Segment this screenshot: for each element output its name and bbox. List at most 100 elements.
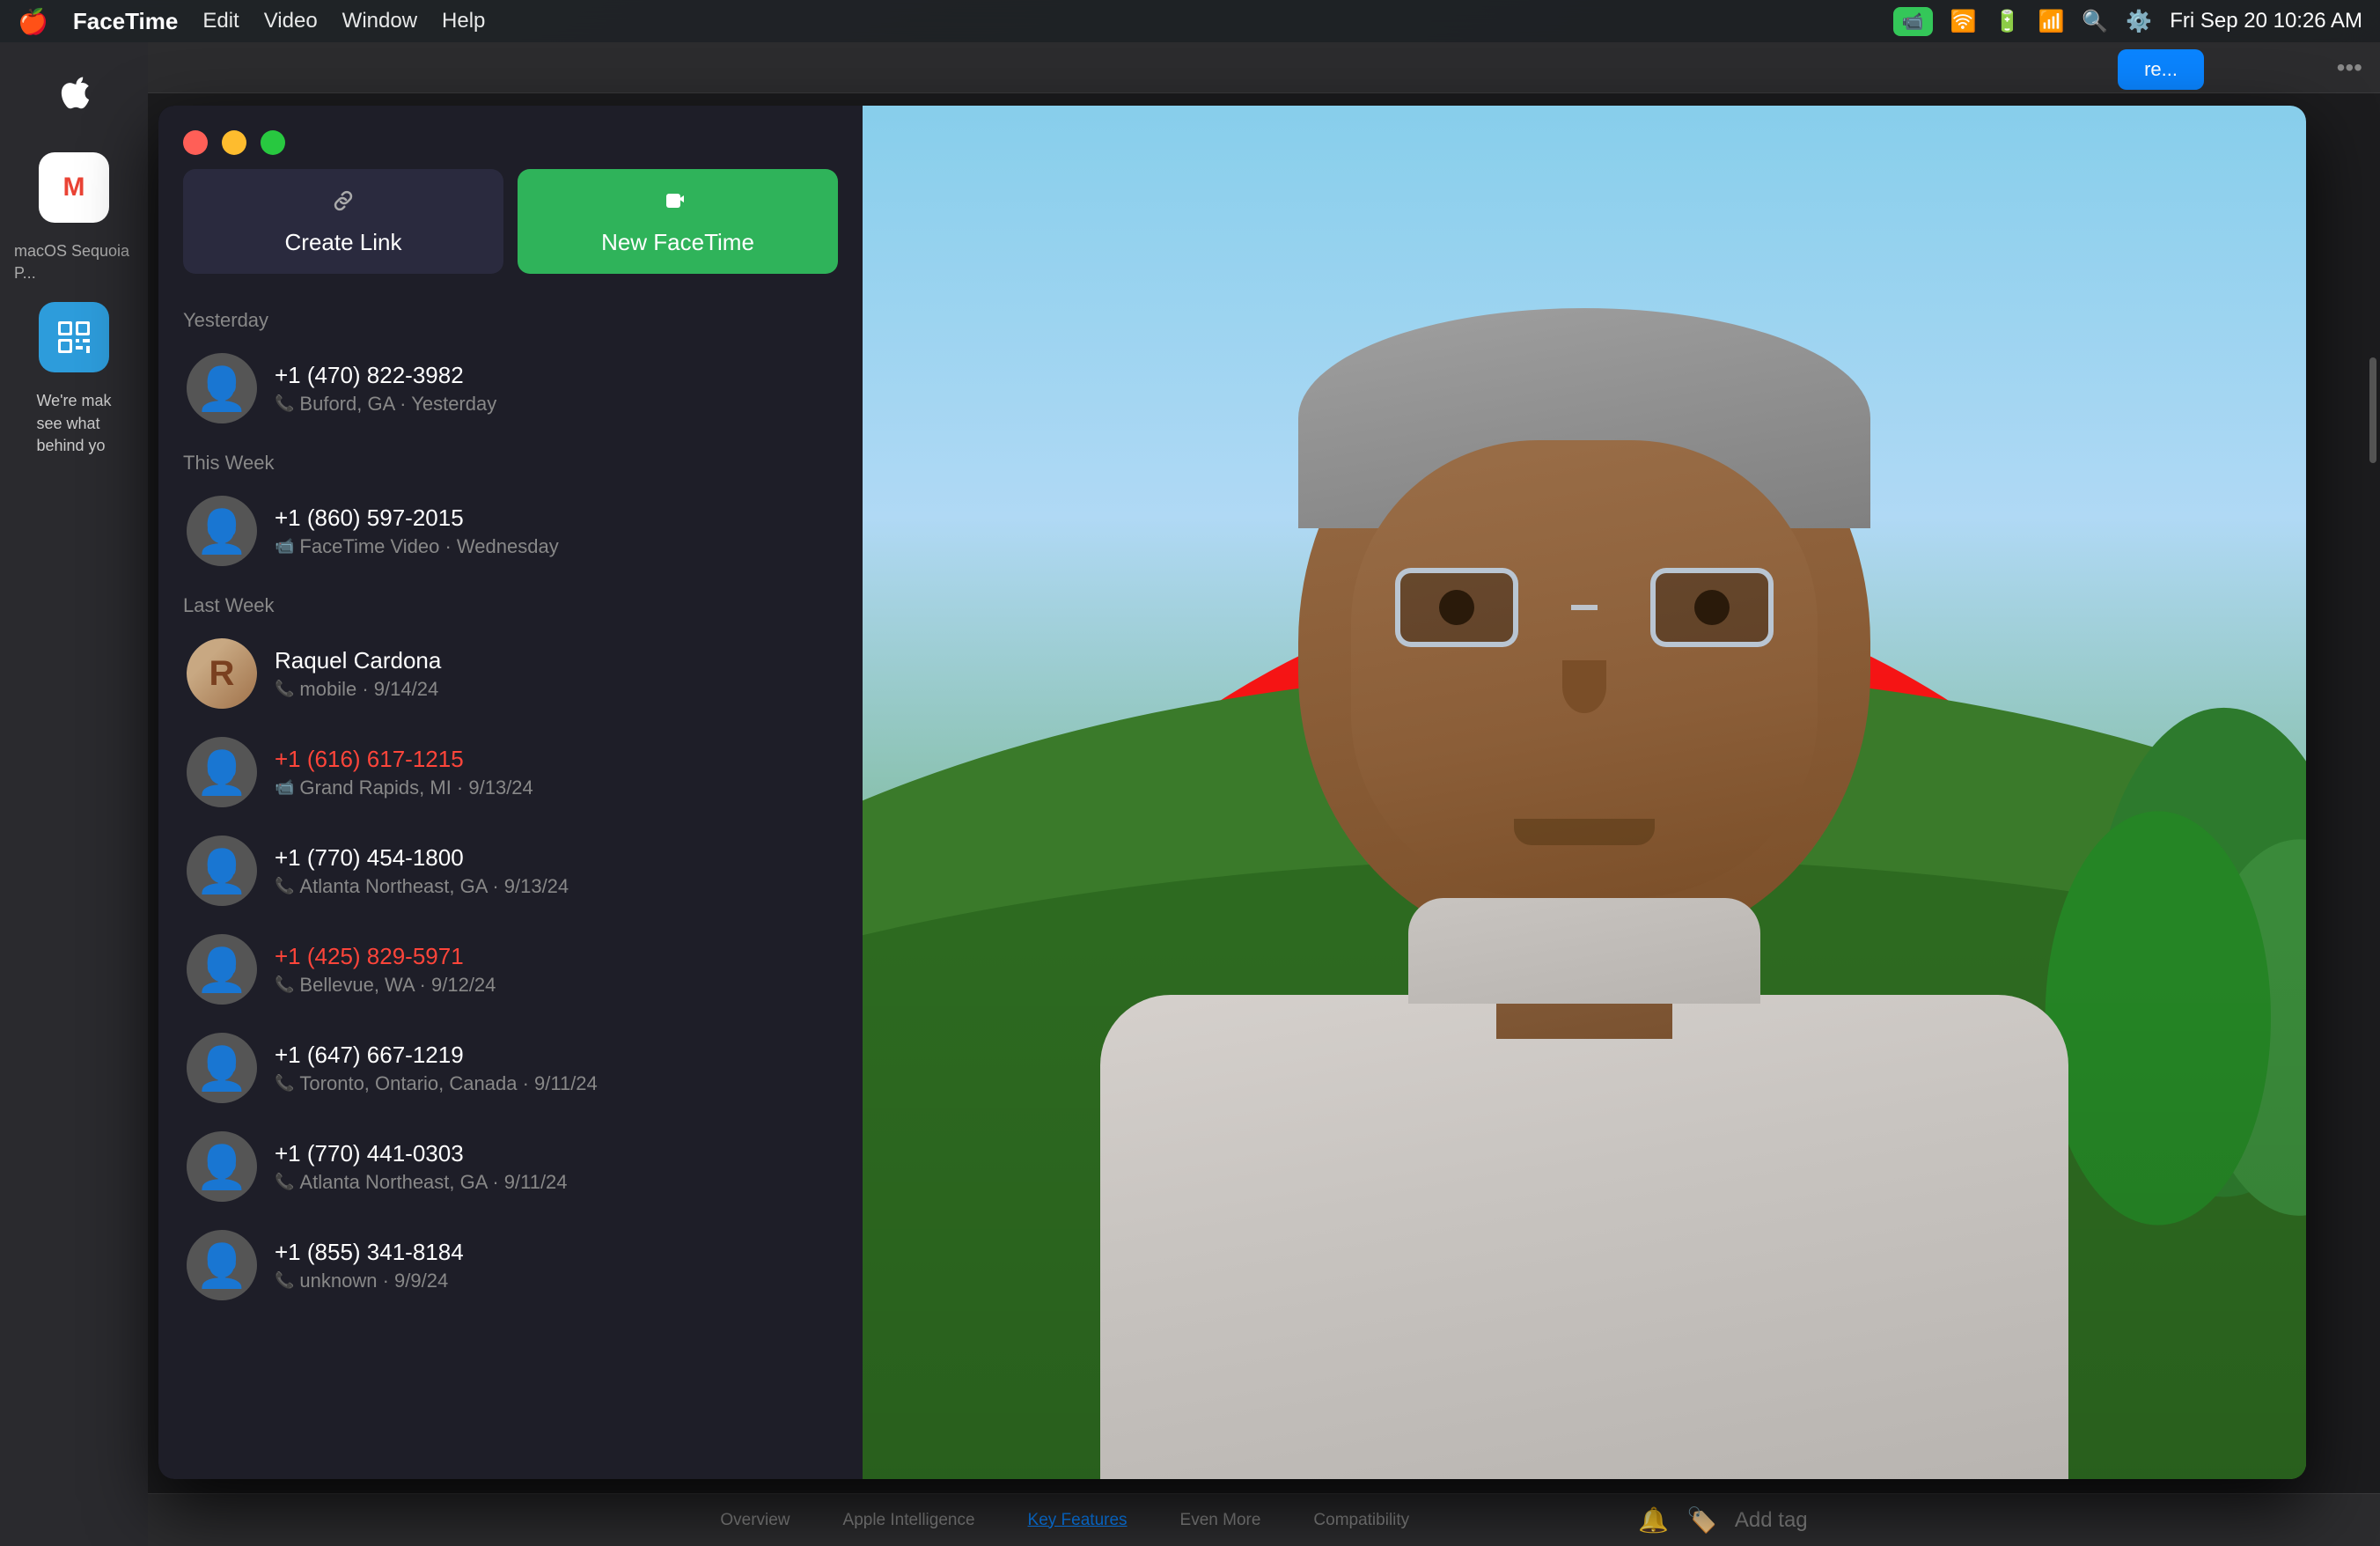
right-pupil [1694,590,1730,625]
phone-icon: 📞 [275,877,294,895]
facetime-camera-icon [664,187,692,222]
video-menu[interactable]: Video [264,9,318,33]
phone-missed-icon: 📞 [275,975,294,994]
sidebar-qr-icon[interactable] [39,302,109,372]
head [1298,335,1870,951]
toolbar: ••• [148,42,2380,93]
list-item[interactable]: 👤 +1 (770) 454-1800 📞 Atlanta Northeast,… [169,821,852,920]
search-icon[interactable]: 🔍 [2082,9,2108,34]
avatar: 👤 [187,836,257,906]
footer-overview[interactable]: Overview [720,1511,790,1530]
list-item[interactable]: 👤 +1 (425) 829-5971 📞 Bellevue, WA · 9/1… [169,920,852,1019]
scrollbar-track[interactable] [2362,93,2380,1493]
app-name-label[interactable]: FaceTime [73,8,178,35]
close-button[interactable] [183,130,208,155]
avatar: 👤 [187,1230,257,1300]
list-item[interactable]: 👤 +1 (860) 597-2015 📹 FaceTime Video · W… [169,482,852,580]
person-icon: 👤 [195,945,248,995]
list-item[interactable]: 👤 +1 (770) 441-0303 📞 Atlanta Northeast,… [169,1117,852,1216]
person-icon: 👤 [195,1240,248,1291]
video-background [863,106,2306,1479]
contact-name: +1 (770) 454-1800 [275,844,834,872]
contact-info: +1 (770) 454-1800 📞 Atlanta Northeast, G… [275,844,834,898]
person-icon: 👤 [195,747,248,798]
contact-name: +1 (470) 822-3982 [275,362,834,389]
new-facetime-button[interactable]: New FaceTime [518,169,838,274]
window-menu[interactable]: Window [342,9,417,33]
glasses-bridge [1571,605,1598,610]
contact-detail: 📞 Atlanta Northeast, GA · 9/13/24 [275,875,834,898]
contact-info: +1 (770) 441-0303 📞 Atlanta Northeast, G… [275,1140,834,1194]
person-icon: 👤 [195,1142,248,1192]
facetime-window: Create Link New FaceTime Yesterday 👤 [158,106,2306,1479]
contact-name: +1 (860) 597-2015 [275,504,834,532]
contact-detail: 📞 mobile · 9/14/24 [275,678,834,701]
phone-icon: 📞 [275,1271,294,1290]
list-item[interactable]: 👤 +1 (647) 667-1219 📞 Toronto, Ontario, … [169,1019,852,1117]
footer-compat[interactable]: Compatibility [1313,1511,1409,1530]
contact-name: +1 (770) 441-0303 [275,1140,834,1167]
avatar: 👤 [187,934,257,1005]
edit-menu[interactable]: Edit [202,9,239,33]
airdrop-icon: 🛜 [1950,9,1977,34]
list-item[interactable]: R Raquel Cardona 📞 mobile · 9/14/24 [169,624,852,723]
phone-icon: 📞 [275,1173,294,1191]
phone-icon: 📞 [275,680,294,698]
video-icon: 📹 [275,537,294,556]
section-last-week: Last Week [169,580,852,624]
avatar: R [187,638,257,709]
sidebar-gmail-icon[interactable]: M [39,152,109,223]
avatar: 👤 [187,1033,257,1103]
new-facetime-label: New FaceTime [601,229,754,256]
video-missed-icon: 📹 [275,778,294,797]
top-right-blue-button[interactable]: re... [2118,49,2204,90]
person-icon: 👤 [195,364,248,414]
footer-ai[interactable]: Apple Intelligence [843,1511,975,1530]
create-link-button[interactable]: Create Link [183,169,503,274]
list-item[interactable]: 👤 +1 (855) 341-8184 📞 unknown · 9/9/24 [169,1216,852,1314]
add-tag-section: 🔔 🏷️ Add tag [1638,1506,1807,1535]
contact-info: +1 (647) 667-1219 📞 Toronto, Ontario, Ca… [275,1042,834,1095]
scrollbar-thumb[interactable] [2369,357,2376,463]
person-icon: 👤 [195,506,248,556]
avatar: 👤 [187,496,257,566]
avatar: 👤 [187,353,257,423]
list-item[interactable]: 👤 +1 (470) 822-3982 📞 Buford, GA · Yeste… [169,339,852,438]
zoom-button[interactable] [261,130,285,155]
apple-logo-icon [51,69,97,126]
three-dots-icon: ••• [2337,54,2362,82]
contact-detail: 📹 Grand Rapids, MI · 9/13/24 [275,777,834,799]
apple-menu-icon[interactable]: 🍎 [18,7,48,36]
shirt [1100,995,2068,1479]
footer-key-features[interactable]: Key Features [1028,1511,1128,1530]
contact-info: +1 (425) 829-5971 📞 Bellevue, WA · 9/12/… [275,943,834,997]
bell-icon[interactable]: 🔔 [1638,1506,1669,1535]
footer-even-more[interactable]: Even More [1180,1511,1261,1530]
left-eye-glass [1395,568,1518,647]
add-tag-label[interactable]: Add tag [1735,1508,1808,1533]
avatar: 👤 [187,1131,257,1202]
control-center-icon[interactable]: ⚙️ [2126,9,2152,34]
battery-icon: 🔋 [1994,9,2021,34]
contact-name: +1 (616) 617-1215 [275,746,834,773]
section-yesterday: Yesterday [169,295,852,339]
video-status-icon: 📹 [1893,7,1933,36]
facetime-header: Create Link New FaceTime [158,169,863,295]
face-skin [1351,440,1818,898]
minimize-button[interactable] [222,130,246,155]
tag-icon[interactable]: 🏷️ [1686,1506,1717,1535]
person-icon: 👤 [195,846,248,896]
contact-info: +1 (470) 822-3982 📞 Buford, GA · Yesterd… [275,362,834,416]
raquel-avatar: R [187,638,257,709]
contact-detail: 📞 Bellevue, WA · 9/12/24 [275,974,834,997]
contact-detail: 📞 Atlanta Northeast, GA · 9/11/24 [275,1171,834,1194]
help-menu[interactable]: Help [442,9,485,33]
contact-info: +1 (860) 597-2015 📹 FaceTime Video · Wed… [275,504,834,558]
footer-bar: Overview Apple Intelligence Key Features… [148,1493,2380,1546]
create-link-label: Create Link [285,229,402,256]
list-item[interactable]: 👤 +1 (616) 617-1215 📹 Grand Rapids, MI ·… [169,723,852,821]
link-icon [329,187,357,222]
contact-info: +1 (855) 341-8184 📞 unknown · 9/9/24 [275,1239,834,1292]
eyes-area [1369,572,1800,643]
contact-detail: 📞 unknown · 9/9/24 [275,1270,834,1292]
